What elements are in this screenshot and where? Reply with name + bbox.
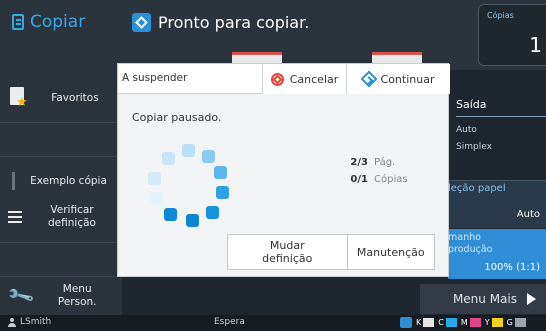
cancel-button[interactable]: Cancelar	[262, 64, 346, 94]
change-settings-label: Mudar definição	[262, 239, 313, 265]
dialog-actions: Mudar definição Manutenção	[227, 234, 435, 270]
sidebar-item-sample-copy[interactable]: Exemplo cópia	[0, 164, 122, 198]
copies-label: Cópias	[487, 11, 514, 20]
paper-selection-label: leção papel	[448, 183, 506, 194]
reproduction-size-button[interactable]: manho produção 100% (1:1)	[448, 229, 546, 279]
dialog-header: A suspender Cancelar Continuar	[118, 64, 450, 94]
ink-k: K	[416, 318, 435, 327]
sidebar-item-label: Menu Person.	[57, 283, 97, 308]
progress-spinner-icon	[146, 144, 230, 228]
copies-unit: Cópias	[374, 174, 408, 185]
output-title: Saída	[456, 98, 487, 111]
divider	[0, 276, 122, 277]
machine-state: Espera	[214, 317, 245, 327]
sidebar-item-check-settings[interactable]: Verificar definição	[0, 200, 122, 234]
maintenance-button[interactable]: Manutenção	[346, 235, 435, 269]
continue-button[interactable]: Continuar	[346, 64, 450, 94]
cancel-label: Cancelar	[289, 72, 339, 86]
continue-label: Continuar	[380, 72, 435, 86]
cancel-icon	[270, 72, 284, 86]
ink-y: Y	[485, 318, 503, 327]
paper-selection-button[interactable]: leção papel Auto	[448, 180, 546, 228]
output-values: Auto Simplex	[456, 122, 492, 156]
pages-unit: Pág.	[374, 157, 396, 168]
change-settings-button[interactable]: Mudar definição	[228, 235, 347, 269]
ink-c: C	[438, 318, 457, 327]
output-line: Simplex	[456, 142, 492, 152]
app-title: Copiar	[0, 0, 122, 44]
list-icon	[8, 211, 22, 223]
divider	[0, 122, 122, 123]
output-line: Auto	[456, 125, 477, 135]
progress-counts: 2/3 Pág. 0/1 Cópias	[342, 154, 408, 188]
app-title-label: Copiar	[30, 12, 86, 32]
reproduction-size-label: manho produção	[448, 232, 493, 255]
status-bar: LSmith Espera K C M Y G	[0, 315, 546, 331]
sidebar-item-label: Verificar definição	[48, 204, 96, 229]
user-name: LSmith	[20, 317, 52, 327]
pages-progress: 2/3 Pág.	[342, 154, 408, 171]
ink-levels: K C M Y G	[400, 317, 526, 328]
top-bar: Copiar Pronto para copiar. Cópias 1	[0, 0, 546, 70]
sidebar-item-label: Exemplo cópia	[30, 174, 107, 187]
network-icon	[400, 317, 412, 328]
sidebar: ★ Favoritos Exemplo cópia Verificar defi…	[0, 70, 122, 315]
sidebar-item-label: Favoritos	[51, 91, 99, 104]
status-message-text: Pronto para copiar.	[158, 12, 310, 32]
copies-count: 0/1	[350, 174, 368, 185]
favorites-icon: ★	[10, 87, 28, 109]
copies-value: 1	[529, 33, 542, 57]
divider	[0, 242, 122, 243]
sidebar-item-favorites[interactable]: ★ Favoritos	[0, 78, 122, 118]
paper-selection-value: Auto	[516, 209, 540, 220]
ink-g: G	[507, 318, 526, 327]
copies-field[interactable]: Cópias 1	[478, 4, 546, 66]
continue-icon	[360, 70, 378, 88]
copy-app-icon	[12, 14, 24, 30]
divider	[456, 116, 546, 117]
more-menu-label: Menu Mais	[452, 292, 517, 306]
chevron-right-icon	[527, 293, 536, 305]
status-message: Pronto para copiar.	[132, 10, 309, 34]
ink-m: M	[461, 318, 481, 327]
user-info[interactable]: LSmith	[8, 317, 51, 327]
start-icon	[132, 12, 151, 32]
user-icon	[8, 317, 16, 327]
divider	[0, 156, 122, 157]
reproduction-size-value: 100% (1:1)	[484, 262, 540, 273]
maintenance-label: Manutenção	[356, 245, 425, 259]
dialog-title: A suspender	[122, 72, 188, 84]
dialog-message: Copiar pausado.	[132, 111, 222, 124]
sidebar-item-custom-menu[interactable]: 🔧 Menu Person.	[0, 278, 122, 314]
more-menu-button[interactable]: Menu Mais	[420, 284, 546, 314]
pause-dialog: A suspender Cancelar Continuar Copiar pa…	[117, 63, 450, 277]
copies-progress: 0/1 Cópias	[342, 171, 408, 188]
pages-count: 2/3	[350, 157, 368, 168]
right-panel: Saída Auto Simplex leção papel Auto manh…	[448, 84, 546, 280]
